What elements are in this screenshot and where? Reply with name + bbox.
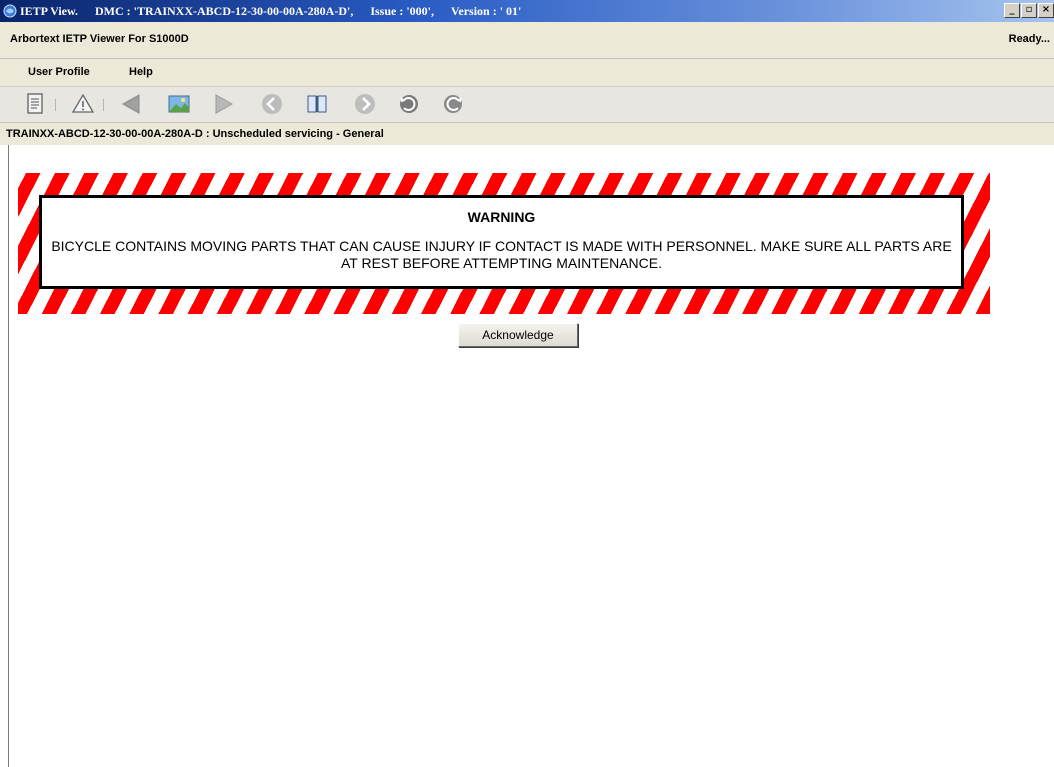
undo-icon[interactable] — [396, 91, 422, 117]
maximize-button[interactable]: ▫ — [1021, 3, 1037, 18]
warning-heading: WARNING — [467, 209, 536, 225]
warning-stripe-frame: WARNING BICYCLE CONTAINS MOVING PARTS TH… — [18, 173, 990, 314]
warning-text: BICYCLE CONTAINS MOVING PARTS THAT CAN C… — [51, 238, 952, 271]
toolbar — [0, 86, 1054, 123]
book-icon[interactable] — [304, 91, 330, 117]
data-module-title: TRAINXX-ABCD-12-30-00-00A-280A-D : Unsch… — [6, 128, 384, 140]
window-version: Version : ' 01' — [450, 4, 522, 18]
ietp-app-icon — [3, 4, 17, 18]
window-controls: _ ▫ × — [1003, 3, 1054, 18]
warning-box: WARNING BICYCLE CONTAINS MOVING PARTS TH… — [39, 195, 964, 289]
window-issue: Issue : '000', — [370, 4, 435, 18]
menu-bar: User Profile Help — [0, 59, 1054, 86]
warning-icon[interactable] — [70, 91, 96, 117]
window-dmc: DMC : 'TRAINXX-ABCD-12-30-00-00A-280A-D'… — [95, 4, 354, 18]
app-header: Arbortext IETP Viewer For S1000D Ready..… — [0, 22, 1054, 59]
window-title-bar: IETP View. DMC : 'TRAINXX-ABCD-12-30-00-… — [0, 0, 1054, 22]
document-icon[interactable] — [22, 91, 48, 117]
content-pane: WARNING BICYCLE CONTAINS MOVING PARTS TH… — [8, 145, 1054, 767]
acknowledge-button[interactable]: Acknowledge — [458, 323, 578, 347]
next-icon[interactable] — [211, 91, 237, 117]
redo-icon[interactable] — [440, 91, 466, 117]
toolbar-separator — [103, 99, 104, 111]
illustration-icon[interactable] — [166, 91, 192, 117]
app-name: Arbortext IETP Viewer For S1000D — [10, 33, 189, 45]
close-button[interactable]: × — [1038, 3, 1054, 18]
toolbar-separator — [55, 99, 56, 111]
back-icon[interactable] — [259, 91, 285, 117]
previous-icon[interactable] — [118, 91, 144, 117]
status-text: Ready... — [1008, 33, 1050, 45]
menu-user-profile[interactable]: User Profile — [28, 66, 90, 78]
menu-help[interactable]: Help — [129, 66, 153, 78]
data-module-title-bar: TRAINXX-ABCD-12-30-00-00A-280A-D : Unsch… — [0, 123, 1054, 145]
minimize-button[interactable]: _ — [1004, 3, 1020, 18]
window-app-label: IETP View. — [20, 4, 79, 18]
window-title: IETP View. DMC : 'TRAINXX-ABCD-12-30-00-… — [20, 4, 535, 19]
forward-icon[interactable] — [352, 91, 378, 117]
